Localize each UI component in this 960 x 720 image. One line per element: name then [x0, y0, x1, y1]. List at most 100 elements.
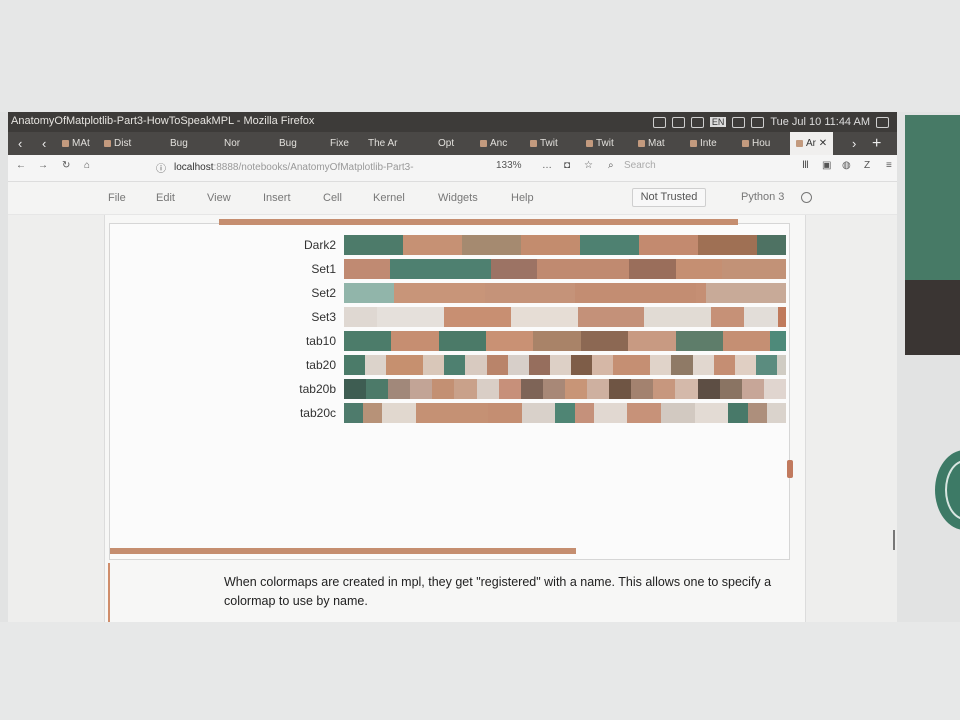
search-input[interactable]: Search	[624, 160, 656, 171]
menu-kernel[interactable]: Kernel	[373, 192, 405, 204]
menu-help[interactable]: Help	[511, 192, 534, 204]
back-icon[interactable]: ←	[16, 160, 26, 171]
page-actions-icon[interactable]: …	[542, 160, 552, 171]
menu-insert[interactable]: Insert	[263, 192, 291, 204]
color-swatch	[705, 283, 786, 303]
color-swatch	[344, 403, 364, 423]
color-swatch	[671, 355, 693, 375]
menu-icon[interactable]: ≡	[886, 160, 892, 171]
tab-scroll-right-icon[interactable]: ›	[852, 132, 856, 155]
tab[interactable]: Anc	[480, 132, 507, 155]
color-swatch	[627, 403, 662, 423]
color-swatch	[587, 379, 610, 399]
color-swatch	[571, 355, 593, 375]
search-icon[interactable]: ⌕	[608, 160, 614, 171]
color-swatch	[476, 379, 499, 399]
wifi-icon[interactable]	[690, 116, 704, 128]
color-swatch	[695, 283, 706, 303]
menu-cell[interactable]: Cell	[323, 192, 342, 204]
colormap-label: Set1	[311, 262, 336, 276]
extension-icon[interactable]: ◍	[842, 160, 851, 171]
tab[interactable]: Mat	[638, 132, 665, 155]
tab[interactable]: Twit	[530, 132, 558, 155]
color-swatch	[344, 379, 367, 399]
notebook-content: Dark2 Set1 Set2 Set3 tab10 tab20 tab20b tab20c …	[8, 215, 897, 622]
extension-z-icon[interactable]: Z	[864, 160, 870, 171]
color-swatch	[549, 355, 572, 375]
clock[interactable]: Tue Jul 10 11:44 AM	[770, 116, 870, 128]
horizontal-scrollbar[interactable]	[110, 548, 576, 554]
tab[interactable]: Dist	[104, 132, 131, 155]
library-icon[interactable]: Ⅲ	[802, 160, 809, 171]
markdown-text: When colormaps are created in mpl, they …	[224, 575, 772, 608]
colormap-swatch-bar	[344, 235, 787, 255]
tab[interactable]: The Ar	[368, 132, 397, 155]
color-swatch	[402, 235, 462, 255]
forward-icon[interactable]: →	[38, 160, 48, 171]
color-swatch	[575, 283, 696, 303]
color-swatch	[390, 259, 492, 279]
info-icon[interactable]: ⓘ	[156, 160, 166, 175]
zoom-level[interactable]: 133%	[496, 160, 522, 171]
color-swatch	[391, 331, 439, 351]
sidebar-icon[interactable]: ▣	[822, 160, 831, 171]
tab[interactable]: Fixe	[330, 132, 349, 155]
color-swatch	[728, 403, 748, 423]
tab[interactable]: Twit	[586, 132, 614, 155]
tab[interactable]: Nor	[224, 132, 240, 155]
color-swatch	[423, 355, 445, 375]
keyboard-layout[interactable]: EN	[709, 117, 727, 127]
volume-icon[interactable]	[751, 116, 765, 128]
tab-back-icon[interactable]: ‹	[42, 132, 46, 155]
color-swatch	[631, 379, 654, 399]
not-trusted-badge[interactable]: Not Trusted	[632, 188, 706, 207]
new-tab-icon[interactable]: +	[872, 132, 881, 155]
favicon-icon	[530, 139, 537, 147]
tab-active[interactable]: Ar ✕	[790, 132, 834, 155]
colormap-label: tab20b	[299, 382, 336, 396]
color-swatch	[454, 379, 477, 399]
menu-file[interactable]: File	[108, 192, 126, 204]
markdown-cell[interactable]: When colormaps are created in mpl, they …	[108, 563, 800, 622]
colormap-row: Set2	[208, 283, 798, 303]
color-swatch	[722, 331, 771, 351]
tab[interactable]: MAt	[62, 132, 90, 155]
color-swatch	[410, 379, 433, 399]
color-swatch	[777, 307, 787, 327]
bookmark-star-icon[interactable]: ☆	[584, 160, 593, 171]
color-swatch	[756, 235, 787, 255]
color-swatch	[650, 355, 672, 375]
colormap-swatch-bar	[344, 307, 787, 327]
power-icon[interactable]	[876, 116, 889, 128]
tab[interactable]: Inte	[690, 132, 717, 155]
color-swatch	[520, 235, 580, 255]
color-swatch	[675, 331, 723, 351]
home-icon[interactable]: ⌂	[84, 160, 90, 171]
color-swatch	[498, 379, 521, 399]
color-swatch	[593, 403, 628, 423]
tab[interactable]: Bug	[279, 132, 297, 155]
color-swatch	[697, 235, 757, 255]
color-swatch	[491, 259, 538, 279]
bluetooth-icon[interactable]	[732, 116, 746, 128]
tab[interactable]: Bug	[170, 132, 188, 155]
menu-widgets[interactable]: Widgets	[438, 192, 478, 204]
output-scroll-indicator	[219, 219, 738, 225]
pocket-icon[interactable]: ◘	[564, 160, 570, 171]
color-swatch	[592, 355, 614, 375]
tab-scroll-left-icon[interactable]: ‹	[18, 132, 22, 155]
reload-icon[interactable]: ↻	[62, 160, 70, 171]
tab[interactable]: Hou	[742, 132, 770, 155]
menu-view[interactable]: View	[207, 192, 231, 204]
kernel-name[interactable]: Python 3	[741, 191, 784, 203]
menu-edit[interactable]: Edit	[156, 192, 175, 204]
color-swatch	[777, 355, 786, 375]
grid-icon[interactable]	[671, 116, 685, 128]
dropbox-icon[interactable]	[652, 116, 666, 128]
url-bar[interactable]: localhost:8888/notebooks/AnatomyOfMatplo…	[174, 159, 474, 176]
favicon-icon	[638, 139, 645, 147]
color-swatch	[580, 331, 629, 351]
scroll-thumb[interactable]	[787, 460, 793, 478]
colormap-swatch-bar	[344, 355, 786, 375]
tab[interactable]: Opt	[438, 132, 454, 155]
